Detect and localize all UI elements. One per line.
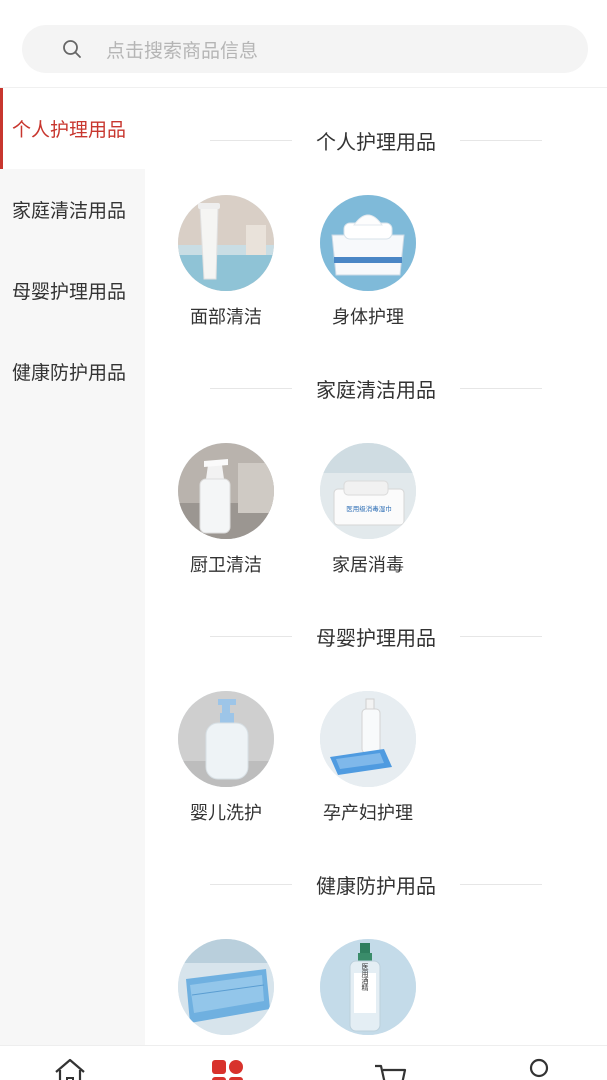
divider <box>460 635 542 637</box>
divider <box>210 387 292 389</box>
sidebar-item-label: 个人护理用品 <box>12 119 127 141</box>
sidebar-item-home-cleaning[interactable]: 家庭清洁用品 <box>0 169 145 250</box>
sidebar-item-label: 母婴护理用品 <box>12 281 127 303</box>
tab-profile[interactable] <box>522 1056 562 1080</box>
product-image <box>320 195 416 291</box>
product-medical-alcohol[interactable]: 医用酒精 <box>320 939 416 1045</box>
product-baby-care[interactable]: 婴儿洗护 <box>178 691 274 825</box>
product-label: 家居消毒 <box>332 555 404 576</box>
product-image <box>178 195 274 291</box>
sidebar-item-health-protection[interactable]: 健康防护用品 <box>0 331 145 412</box>
search-input[interactable]: 点击搜索商品信息 <box>22 25 588 73</box>
bottom-tab-bar <box>0 1045 607 1080</box>
product-label: 孕产妇护理 <box>323 803 413 824</box>
product-label: 厨卫清洁 <box>190 555 262 576</box>
app-root: 点击搜索商品信息 个人护理用品 家庭清洁用品 母婴护理用品 健康防护用品 个人护… <box>0 0 607 1080</box>
product-maternity-care[interactable]: 孕产妇护理 <box>320 691 416 825</box>
product-image: 医用级消毒湿巾 <box>320 443 416 539</box>
product-image <box>178 939 274 1035</box>
svg-text:医用酒精: 医用酒精 <box>361 963 369 992</box>
divider <box>210 139 292 141</box>
sidebar-item-label: 健康防护用品 <box>12 362 127 384</box>
product-image <box>178 443 274 539</box>
section-header: 母婴护理用品 <box>145 619 607 653</box>
section-title: 健康防护用品 <box>316 873 436 898</box>
section-title: 个人护理用品 <box>316 129 436 154</box>
product-face-masks[interactable] <box>178 939 274 1045</box>
sidebar-item-maternal-baby[interactable]: 母婴护理用品 <box>0 250 145 331</box>
divider <box>460 387 542 389</box>
divider <box>460 139 542 141</box>
section-header: 家庭清洁用品 <box>145 371 607 405</box>
header: 点击搜索商品信息 <box>0 0 607 88</box>
tab-cart[interactable] <box>372 1056 412 1080</box>
divider <box>210 883 292 885</box>
product-body-care[interactable]: 身体护理 <box>320 195 416 329</box>
section-header: 健康防护用品 <box>145 867 607 901</box>
product-kitchen-bath-cleaning[interactable]: 厨卫清洁 <box>178 443 274 577</box>
section-title: 家庭清洁用品 <box>316 377 436 402</box>
search-placeholder: 点击搜索商品信息 <box>106 39 259 62</box>
product-image <box>320 691 416 787</box>
sidebar-item-label: 家庭清洁用品 <box>12 200 127 222</box>
svg-text:医用级消毒湿巾: 医用级消毒湿巾 <box>346 504 392 513</box>
tab-category[interactable] <box>210 1056 250 1080</box>
divider <box>460 883 542 885</box>
section-header: 个人护理用品 <box>145 123 607 157</box>
product-label: 身体护理 <box>332 307 404 328</box>
search-icon <box>62 39 82 59</box>
product-image <box>178 691 274 787</box>
category-sidebar: 个人护理用品 家庭清洁用品 母婴护理用品 健康防护用品 <box>0 88 145 1045</box>
section-title: 母婴护理用品 <box>316 625 436 650</box>
product-home-disinfection[interactable]: 医用级消毒湿巾 家居消毒 <box>320 443 416 577</box>
tab-home[interactable] <box>52 1056 92 1080</box>
product-image: 医用酒精 <box>320 939 416 1035</box>
divider <box>210 635 292 637</box>
product-label: 婴儿洗护 <box>190 803 262 824</box>
product-facial-cleansing[interactable]: 面部清洁 <box>178 195 274 329</box>
sidebar-item-personal-care[interactable]: 个人护理用品 <box>0 88 145 169</box>
product-label: 面部清洁 <box>190 307 262 328</box>
category-content: 个人护理用品 面部清洁 身体护理 家庭清洁用品 厨卫清洁 医用级消毒湿巾 家居消… <box>145 88 607 1045</box>
